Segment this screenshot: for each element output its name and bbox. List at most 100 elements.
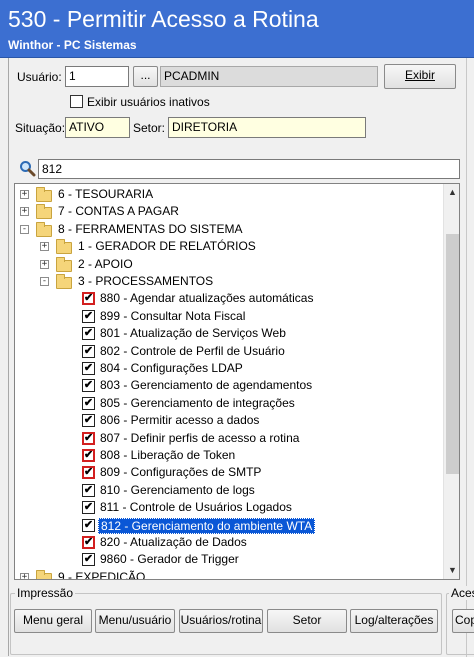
expand-icon[interactable]: + [40, 259, 49, 269]
folder-icon [36, 569, 52, 579]
tree-node-checkbox[interactable]: ✔ [82, 379, 95, 393]
copiar-button[interactable]: Cop [452, 609, 474, 633]
collapse-icon[interactable]: - [40, 277, 49, 286]
browse-user-button[interactable]: ... [133, 66, 158, 87]
tree-node-checkbox[interactable]: ✔ [82, 327, 95, 341]
tree-node[interactable]: ✔ 801 - Atualização de Serviços Web [15, 325, 443, 342]
tree-node-checkbox[interactable]: ✔ [82, 518, 95, 532]
tree-node[interactable]: ✔ 811 - Controle de Usuários Logados [15, 499, 443, 516]
tree-vertical-scrollbar[interactable]: ▲ ▼ [443, 184, 459, 579]
tree-node[interactable]: - 3 - PROCESSAMENTOS [15, 273, 443, 290]
usuario-code-field[interactable]: 1 [65, 66, 129, 87]
tree-node[interactable]: ✔ 805 - Gerenciamento de integrações [15, 395, 443, 412]
tree-node-label: 880 - Agendar atualizações automáticas [100, 291, 314, 306]
tree-node-checkbox[interactable]: ✔ [82, 292, 95, 306]
expand-icon[interactable]: + [40, 242, 49, 252]
tree-node[interactable]: ✔ 809 - Configurações de SMTP [15, 464, 443, 481]
tree-node-checkbox[interactable]: ✔ [82, 501, 95, 515]
scroll-up-arrow-icon[interactable]: ▲ [444, 184, 459, 201]
impressao-button[interactable]: Menu geral [14, 609, 92, 633]
setor-label: Setor: [133, 121, 166, 135]
tree-node-checkbox[interactable]: ✔ [82, 414, 95, 428]
tree-node[interactable]: ✔ 802 - Controle de Perfil de Usuário [15, 343, 443, 360]
impressao-button[interactable]: Menu/usuário [95, 609, 175, 633]
usuario-name-field: PCADMIN [160, 66, 378, 87]
window-title: 530 - Permitir Acesso a Rotina [8, 6, 319, 32]
tree-node[interactable]: +9 - EXPEDIÇÃO [15, 569, 443, 579]
tree-node-label: 7 - CONTAS A PAGAR [58, 204, 179, 219]
tree-node-label: 811 - Controle de Usuários Logados [100, 500, 292, 515]
impressao-button[interactable]: Usuários/rotina [179, 609, 263, 633]
tree-node-checkbox[interactable]: ✔ [82, 449, 95, 462]
tree-node-label-selected: 812 - Gerenciamento do ambiente WTA [98, 517, 316, 534]
tree-node-label: 805 - Gerenciamento de integrações [100, 395, 295, 410]
tree-node-label: 6 - TESOURARIA [58, 187, 154, 201]
impressao-group-title: Impressão [15, 586, 76, 600]
exibir-button[interactable]: Exibir [384, 64, 456, 89]
tree-node-checkbox[interactable]: ✔ [82, 431, 95, 445]
setor-field[interactable]: DIRETORIA [168, 117, 366, 138]
tree-node-label: 802 - Controle de Perfil de Usuário [100, 343, 285, 358]
tree-node[interactable]: ✔ 803 - Gerenciamento de agendamentos [15, 377, 443, 394]
tree-node-label: 810 - Gerenciamento de logs [100, 482, 255, 497]
tree-node-label: 808 - Liberação de Token [100, 448, 236, 462]
tree-node-label: 801 - Atualização de Serviços Web [100, 326, 286, 341]
expand-icon[interactable]: + [20, 190, 29, 199]
tree-node[interactable]: +2 - APOIO [15, 256, 443, 273]
title-bar: 530 - Permitir Acesso a Rotina Winthor -… [0, 0, 474, 58]
tree-node-label: 807 - Definir perfis de acesso a rotina [100, 430, 300, 445]
right-panel-edge [466, 58, 474, 657]
tree-node-checkbox[interactable]: ✔ [82, 466, 95, 480]
folder-icon [56, 274, 72, 289]
tree-node[interactable]: - 8 - FERRAMENTAS DO SISTEMA [15, 221, 443, 238]
folder-icon [56, 256, 72, 272]
tree-node[interactable]: ✔ 806 - Permitir acesso a dados [15, 412, 443, 429]
search-input[interactable]: 812 [38, 159, 460, 179]
collapse-icon[interactable]: - [20, 224, 29, 234]
inativos-checkbox[interactable] [70, 95, 83, 108]
tree-node[interactable]: ✔ 880 - Agendar atualizações automáticas [15, 290, 443, 307]
tree-node[interactable]: ✔ 808 - Liberação de Token [15, 447, 443, 464]
tree-node-checkbox[interactable]: ✔ [82, 553, 95, 567]
usuario-label: Usuário: [17, 70, 62, 84]
tree-node-label: 804 - Configurações LDAP [100, 361, 243, 375]
tree-node[interactable]: ✔ 9860 - Gerador de Trigger [15, 551, 443, 568]
tree-node[interactable]: +6 - TESOURARIA [15, 186, 443, 203]
tree-node-label: 3 - PROCESSAMENTOS [78, 274, 214, 288]
folder-icon [36, 204, 52, 220]
situacao-field[interactable]: ATIVO [65, 117, 130, 138]
scroll-thumb[interactable] [446, 234, 459, 474]
tree-node[interactable]: +7 - CONTAS A PAGAR [15, 203, 443, 220]
tree-node-label: 803 - Gerenciamento de agendamentos [100, 378, 313, 393]
impressao-button[interactable]: Log/alterações [350, 609, 438, 633]
tree-node[interactable]: ✔ 899 - Consultar Nota Fiscal [15, 308, 443, 325]
tree-node-checkbox[interactable]: ✔ [82, 396, 95, 410]
tree-node[interactable]: +1 - GERADOR DE RELATÓRIOS [15, 238, 443, 255]
tree-node[interactable]: ✔ 820 - Atualização de Dados [15, 534, 443, 551]
tree-node-label: 1 - GERADOR DE RELATÓRIOS [78, 239, 256, 254]
tree-node-checkbox[interactable]: ✔ [82, 483, 95, 497]
tree-node[interactable]: ✔ 804 - Configurações LDAP [15, 360, 443, 377]
rotinas-tree[interactable]: +6 - TESOURARIA +7 - CONTAS A PAGAR -8 - F… [14, 183, 460, 580]
tree-node-checkbox[interactable]: ✔ [82, 344, 95, 358]
tree-node-label: 820 - Atualização de Dados [100, 535, 247, 549]
tree-node[interactable]: ✔ 810 - Gerenciamento de logs [15, 482, 443, 499]
tree-node-checkbox[interactable]: ✔ [82, 536, 95, 549]
scroll-down-arrow-icon[interactable]: ▼ [444, 562, 459, 579]
tree-node-checkbox[interactable]: ✔ [82, 309, 95, 323]
tree-node-label: 2 - APOIO [78, 256, 133, 271]
inativos-label: Exibir usuários inativos [87, 95, 210, 109]
tree-node[interactable]: ✔ 807 - Definir perfis de acesso a rotina [15, 430, 443, 447]
folder-icon [36, 187, 52, 202]
expand-icon[interactable]: + [20, 207, 29, 217]
window-subtitle: Winthor - PC Sistemas [8, 38, 137, 52]
tree-node-checkbox[interactable]: ✔ [82, 362, 95, 375]
tree-node-label: 809 - Configurações de SMTP [100, 465, 262, 480]
impressao-button[interactable]: Setor [267, 609, 347, 633]
folder-icon [56, 239, 72, 255]
tree-node-label: 8 - FERRAMENTAS DO SISTEMA [58, 221, 243, 236]
tree-node[interactable]: ✔ 812 - Gerenciamento do ambiente WTA [15, 517, 443, 534]
magnifier-icon[interactable] [19, 160, 36, 177]
expand-icon[interactable]: + [20, 572, 29, 579]
tree-node-label: 9860 - Gerador de Trigger [100, 552, 239, 567]
